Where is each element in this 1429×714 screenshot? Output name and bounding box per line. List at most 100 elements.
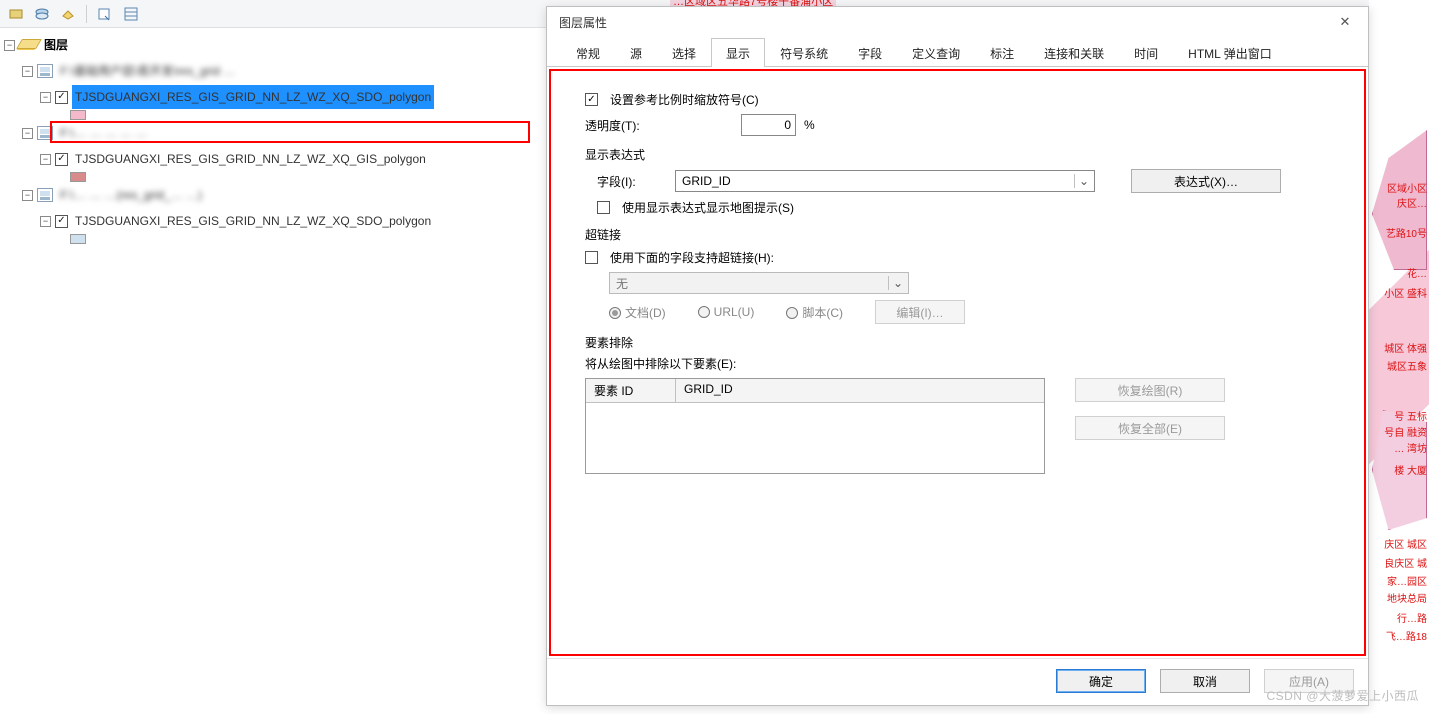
- toc-group-label: F:\… … … … …: [57, 121, 150, 145]
- toc-layer-label: TJSDGUANGXI_RES_GIS_GRID_NN_LZ_WZ_XQ_SDO…: [72, 85, 434, 109]
- layer-visibility-checkbox[interactable]: ✓: [55, 215, 68, 228]
- col-grid-id: GRID_ID: [676, 379, 1044, 402]
- edit-script-button: 编辑(I)…: [875, 300, 965, 324]
- radio-icon: [609, 307, 621, 319]
- dialog-titlebar[interactable]: 图层属性 ✕: [547, 7, 1368, 37]
- toc-group[interactable]: − F:\基础用户层\易开发\res_grid …: [22, 58, 545, 84]
- layer-visibility-checkbox[interactable]: ✓: [55, 153, 68, 166]
- map-label: 号 五标: [1394, 408, 1427, 423]
- dialog-tabbar: 常规 源 选择 显示 符号系统 字段 定义查询 标注 连接和关联 时间 HTML…: [547, 37, 1368, 67]
- radio-document: 文档(D): [609, 304, 690, 321]
- use-display-expression-label: 使用显示表达式显示地图提示(S): [622, 199, 794, 216]
- toc-root[interactable]: − 图层: [4, 32, 545, 58]
- map-canvas[interactable]: 区域小区 庆区… 艺路10号 花… 小区 盛科 城区 体强 城区五象 号 五标 …: [1369, 0, 1429, 714]
- map-label: … 湾坊: [1394, 440, 1427, 455]
- tab-fields[interactable]: 字段: [843, 38, 897, 67]
- layer-visibility-checkbox[interactable]: ✓: [55, 91, 68, 104]
- tab-defquery[interactable]: 定义查询: [897, 38, 975, 67]
- expander-icon[interactable]: −: [4, 40, 15, 51]
- radio-url: URL(U): [698, 305, 779, 319]
- toc-layer-selected[interactable]: − ✓ TJSDGUANGXI_RES_GIS_GRID_NN_LZ_WZ_XQ…: [40, 84, 545, 110]
- map-label: 花…: [1407, 265, 1427, 280]
- tab-symbology[interactable]: 符号系统: [765, 38, 843, 67]
- toolbar-separator: [86, 5, 87, 23]
- map-label: 家…园区: [1387, 573, 1427, 588]
- cancel-button[interactable]: 取消: [1160, 669, 1250, 693]
- geodatabase-icon: [37, 126, 53, 140]
- map-label: 城区五象: [1387, 358, 1427, 373]
- transparency-label: 透明度(T):: [585, 117, 655, 134]
- tab-selection[interactable]: 选择: [657, 38, 711, 67]
- map-label: 区域小区: [1387, 180, 1427, 195]
- hyperlink-section-label: 超链接: [585, 226, 1330, 243]
- expander-icon[interactable]: −: [40, 92, 51, 103]
- map-label: 号自 融资: [1384, 424, 1427, 439]
- toc-layer-label: TJSDGUANGXI_RES_GIS_GRID_NN_LZ_WZ_XQ_GIS…: [72, 147, 429, 171]
- restore-drawing-button: 恢复绘图(R): [1075, 378, 1225, 402]
- percent-label: %: [804, 118, 815, 132]
- toc-layer-label: TJSDGUANGXI_RES_GIS_GRID_NN_LZ_WZ_XQ_SDO…: [72, 209, 434, 233]
- col-feature-id: 要素 ID: [586, 379, 676, 402]
- radio-icon: [698, 306, 710, 318]
- hyperlink-field-value: 无: [616, 275, 628, 292]
- toolbar-btn-4[interactable]: [95, 4, 115, 24]
- display-field-combo[interactable]: GRID_ID ⌄: [675, 170, 1095, 192]
- tab-time[interactable]: 时间: [1119, 38, 1173, 67]
- expander-icon[interactable]: −: [22, 190, 33, 201]
- map-label: 良庆区 城: [1384, 555, 1427, 570]
- layer-properties-dialog: 图层属性 ✕ 常规 源 选择 显示 符号系统 字段 定义查询 标注 连接和关联 …: [546, 6, 1369, 706]
- map-label: 庆区 城区: [1384, 536, 1427, 551]
- toc-group[interactable]: − F:\… … …(res_grid_… …): [22, 182, 545, 208]
- tab-source[interactable]: 源: [615, 38, 657, 67]
- toolbar-btn-5[interactable]: [121, 4, 141, 24]
- expander-icon[interactable]: −: [40, 216, 51, 227]
- toolbar-btn-3[interactable]: [58, 4, 78, 24]
- map-label: 小区 盛科: [1384, 285, 1427, 300]
- map-label: 行…路: [1397, 610, 1427, 625]
- legend-swatch: [70, 110, 86, 120]
- map-label: 楼 大厦: [1394, 462, 1427, 477]
- scale-symbols-label: 设置参考比例时缩放符号(C): [610, 91, 759, 108]
- expression-button[interactable]: 表达式(X)…: [1131, 169, 1281, 193]
- restore-all-button: 恢复全部(E): [1075, 416, 1225, 440]
- expander-icon[interactable]: −: [22, 128, 33, 139]
- legend-swatch: [70, 234, 86, 244]
- toc-layer[interactable]: − ✓ TJSDGUANGXI_RES_GIS_GRID_NN_LZ_WZ_XQ…: [40, 146, 545, 172]
- field-label: 字段(I):: [597, 173, 667, 190]
- tab-general[interactable]: 常规: [561, 38, 615, 67]
- geodatabase-icon: [37, 64, 53, 78]
- display-field-value: GRID_ID: [682, 174, 731, 188]
- tab-htmlpopup[interactable]: HTML 弹出窗口: [1173, 38, 1287, 67]
- dialog-button-row: 确定 取消 应用(A): [547, 658, 1368, 705]
- map-label: 城区 体强: [1384, 340, 1427, 355]
- toolbar-btn-2[interactable]: [32, 4, 52, 24]
- tab-labels[interactable]: 标注: [975, 38, 1029, 67]
- toc-group-label: F:\基础用户层\易开发\res_grid …: [57, 59, 238, 83]
- chevron-down-icon: ⌄: [1074, 174, 1088, 188]
- ok-button[interactable]: 确定: [1056, 669, 1146, 693]
- tab-display[interactable]: 显示: [711, 38, 765, 67]
- close-icon[interactable]: ✕: [1330, 11, 1360, 33]
- support-hyperlink-label: 使用下面的字段支持超链接(H):: [610, 249, 774, 266]
- chevron-down-icon: ⌄: [888, 276, 902, 290]
- scale-symbols-checkbox[interactable]: ✓: [585, 93, 598, 106]
- toolbar-btn-1[interactable]: [6, 4, 26, 24]
- tab-joins[interactable]: 连接和关联: [1029, 38, 1119, 67]
- use-display-expression-checkbox[interactable]: [597, 201, 610, 214]
- exclusion-table[interactable]: 要素 ID GRID_ID: [585, 378, 1045, 474]
- support-hyperlink-checkbox[interactable]: [585, 251, 598, 264]
- toc-group[interactable]: − F:\… … … … …: [22, 120, 545, 146]
- expander-icon[interactable]: −: [40, 154, 51, 165]
- expander-icon[interactable]: −: [22, 66, 33, 77]
- radio-icon: [786, 307, 798, 319]
- display-expression-label: 显示表达式: [585, 146, 1330, 163]
- map-label: 艺路10号: [1386, 225, 1427, 240]
- toc-layer[interactable]: − ✓ TJSDGUANGXI_RES_GIS_GRID_NN_LZ_WZ_XQ…: [40, 208, 545, 234]
- dialog-title-text: 图层属性: [559, 14, 607, 31]
- apply-button: 应用(A): [1264, 669, 1354, 693]
- transparency-input[interactable]: [741, 114, 796, 136]
- tab-body-display: ✓ 设置参考比例时缩放符号(C) 透明度(T): % 显示表达式 字段(I): …: [549, 69, 1366, 656]
- table-of-contents: − 图层 − F:\基础用户层\易开发\res_grid … −: [0, 28, 545, 714]
- layers-icon: [19, 38, 37, 52]
- geodatabase-icon: [37, 188, 53, 202]
